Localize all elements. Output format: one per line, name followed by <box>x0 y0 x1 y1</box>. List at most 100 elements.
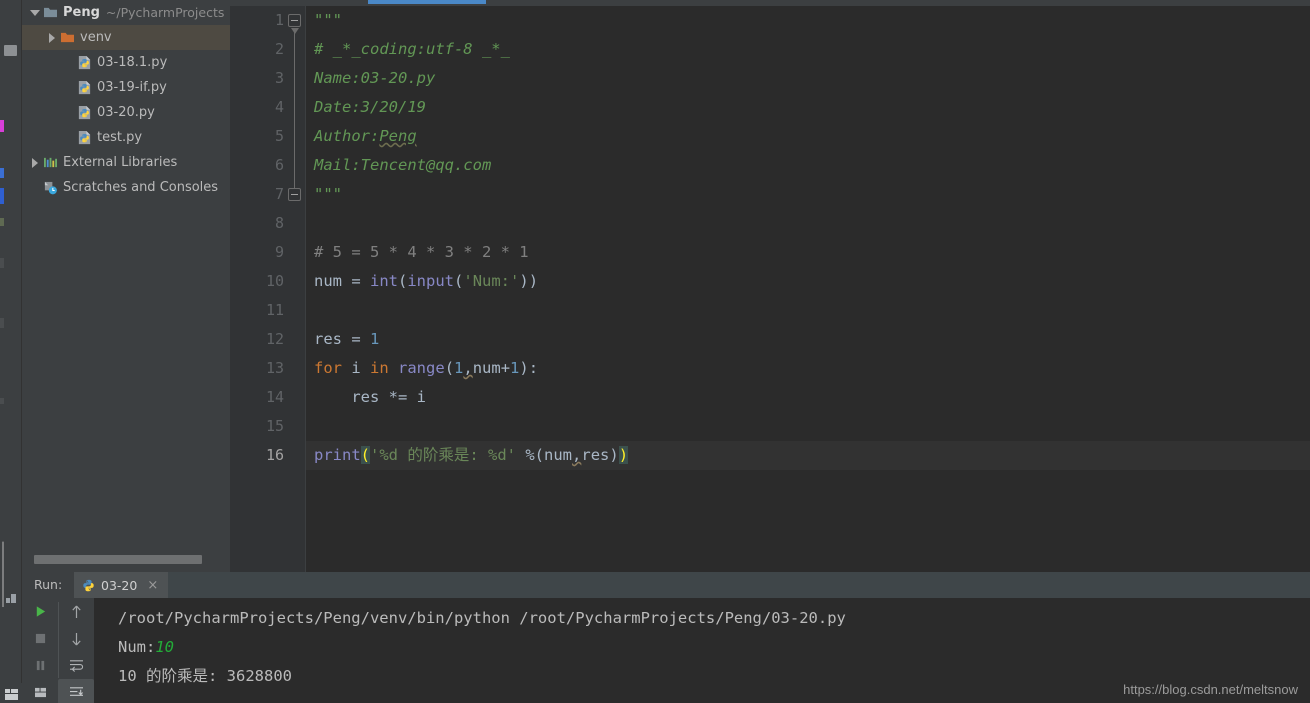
project-tree-item-scratches-and-consoles[interactable]: Scratches and Consoles <box>22 175 230 200</box>
code-line-text: Name:03-20.py <box>306 69 435 87</box>
code-token: """ <box>314 185 342 203</box>
close-icon[interactable]: × <box>147 578 158 593</box>
project-tree-item-label: 03-18.1.py <box>97 55 168 70</box>
soft-wrap-button[interactable] <box>58 652 94 679</box>
code-line[interactable] <box>306 296 1310 325</box>
code-token: = <box>351 272 370 290</box>
code-line[interactable]: num = int(input('Num:')) <box>306 267 1310 296</box>
code-line[interactable]: for i in range(1,num+1): <box>306 354 1310 383</box>
console-segment: Num: <box>118 638 156 656</box>
code-line-text: num = int(input('Num:')) <box>306 272 538 290</box>
chevron-right-icon[interactable] <box>45 31 58 44</box>
code-line[interactable]: print('%d 的阶乘是: %d' %(num,res)) <box>306 441 1310 470</box>
code-token: Mail:Tencent@qq.com <box>314 156 492 174</box>
chevron-down-icon[interactable] <box>28 6 41 19</box>
code-line[interactable]: res *= i <box>306 383 1310 412</box>
tool-window-button-structure[interactable]: 2: Structure <box>0 537 4 611</box>
project-tree-item-03-19-if-py[interactable]: 03-19-if.py <box>22 75 230 100</box>
code-content[interactable]: """ # _*_coding:utf-8 _*_ Name:03-20.py Dat… <box>306 6 1310 572</box>
structure-icon[interactable] <box>6 594 16 603</box>
code-line-text: print('%d 的阶乘是: %d' %(num,res)) <box>306 446 629 464</box>
code-token: ( <box>360 446 371 464</box>
code-line[interactable] <box>306 209 1310 238</box>
console-segment: 10 的阶乘是: 3628800 <box>118 667 292 685</box>
project-folder-icon[interactable] <box>4 45 17 56</box>
run-tab-row: Run: 03-20 × <box>22 572 1310 598</box>
code-token: Name:03-20.py <box>314 69 436 87</box>
project-tree-item-external-libraries[interactable]: External Libraries <box>22 150 230 175</box>
library-icon <box>44 157 57 168</box>
code-token: res) <box>581 446 619 464</box>
project-tree-item-03-18-1-py[interactable]: 03-18.1.py <box>22 50 230 75</box>
code-line-text: res *= i <box>306 388 426 406</box>
console-segment: /root/PycharmProjects/Peng/venv/bin/pyth… <box>118 609 846 627</box>
code-token: res = <box>314 330 370 348</box>
code-line[interactable]: Date:3/20/19 <box>306 93 1310 122</box>
code-token: %(num <box>516 446 573 464</box>
project-root-path: ~/PycharmProjects <box>105 5 225 20</box>
edge-marker-gray-2 <box>0 318 4 328</box>
run-tab-label: 03-20 <box>101 577 138 593</box>
code-line-text: Author:Peng <box>306 127 417 145</box>
code-token: ( <box>454 272 464 290</box>
scroll-to-end-icon <box>69 687 83 696</box>
code-line[interactable]: # 5 = 5 * 4 * 3 * 2 * 1 <box>306 238 1310 267</box>
line-number: 16 <box>265 446 284 464</box>
run-toolbar-right-column <box>58 598 94 703</box>
console-line: Num:10 <box>118 633 1310 662</box>
line-number: 14 <box>265 388 284 406</box>
play-icon <box>36 606 45 617</box>
scroll-to-end-button[interactable] <box>58 679 94 703</box>
code-token: , <box>572 446 582 464</box>
up-stack-button[interactable] <box>58 598 94 625</box>
arrow-down-icon <box>71 632 81 645</box>
line-number: 12 <box>265 330 284 348</box>
code-line[interactable]: # _*_coding:utf-8 _*_ <box>306 35 1310 64</box>
python-file-icon <box>78 80 91 95</box>
project-tree-item-peng[interactable]: Peng ~/PycharmProjects <box>22 0 230 25</box>
code-line[interactable]: res = 1 <box>306 325 1310 354</box>
project-hscrollbar-thumb[interactable] <box>34 555 202 564</box>
project-tree-item-venv[interactable]: venv <box>22 25 230 50</box>
edge-marker-gray-1 <box>0 258 4 268</box>
pause-button[interactable] <box>22 652 58 679</box>
run-tool-window: Run: 03-20 × /root/PycharmProjects/Peng/… <box>22 572 1310 703</box>
code-token: num <box>314 272 352 290</box>
code-token: ( <box>398 272 408 290</box>
editor: 1 2 3 4 5 6 7 8 9 10 11 12 13 14 15 16 """ # _*_coding:u… <box>230 0 1310 572</box>
tool-window-button-structure-label: 2: Structure <box>0 541 3 607</box>
code-line[interactable] <box>306 412 1310 441</box>
code-token: ( <box>444 359 455 377</box>
code-token: i <box>342 359 370 377</box>
project-tree-item-03-20-py[interactable]: 03-20.py <box>22 100 230 125</box>
line-number: 5 <box>274 127 284 145</box>
console-line: /root/PycharmProjects/Peng/venv/bin/pyth… <box>118 604 1310 633</box>
code-line[interactable]: Name:03-20.py <box>306 64 1310 93</box>
code-line-text: Mail:Tencent@qq.com <box>306 156 491 174</box>
run-tab-03-20[interactable]: 03-20 × <box>74 572 169 598</box>
print-button[interactable] <box>22 679 58 703</box>
line-number: 7 <box>274 185 284 203</box>
down-stack-button[interactable] <box>58 625 94 652</box>
stop-button[interactable] <box>22 625 58 652</box>
chevron-right-icon[interactable] <box>28 156 41 169</box>
run-tab-filler <box>167 572 1310 598</box>
project-tree-item-test-py[interactable]: test.py <box>22 125 230 150</box>
edge-marker-blue-1 <box>0 168 4 178</box>
code-line[interactable]: Mail:Tencent@qq.com <box>306 151 1310 180</box>
run-window-label: Run: <box>34 577 63 592</box>
code-line[interactable]: """ <box>306 6 1310 35</box>
edge-marker-gray-3 <box>0 398 4 404</box>
code-line[interactable]: """ <box>306 180 1310 209</box>
python-file-icon <box>83 579 94 591</box>
run-button[interactable] <box>22 598 58 625</box>
code-line[interactable]: Author:Peng <box>306 122 1310 151</box>
terminal-icon[interactable] <box>5 689 18 700</box>
soft-wrap-icon <box>69 660 83 672</box>
run-toolbar-left-column <box>22 598 58 703</box>
code-line-text: # 5 = 5 * 4 * 3 * 2 * 1 <box>306 243 529 261</box>
